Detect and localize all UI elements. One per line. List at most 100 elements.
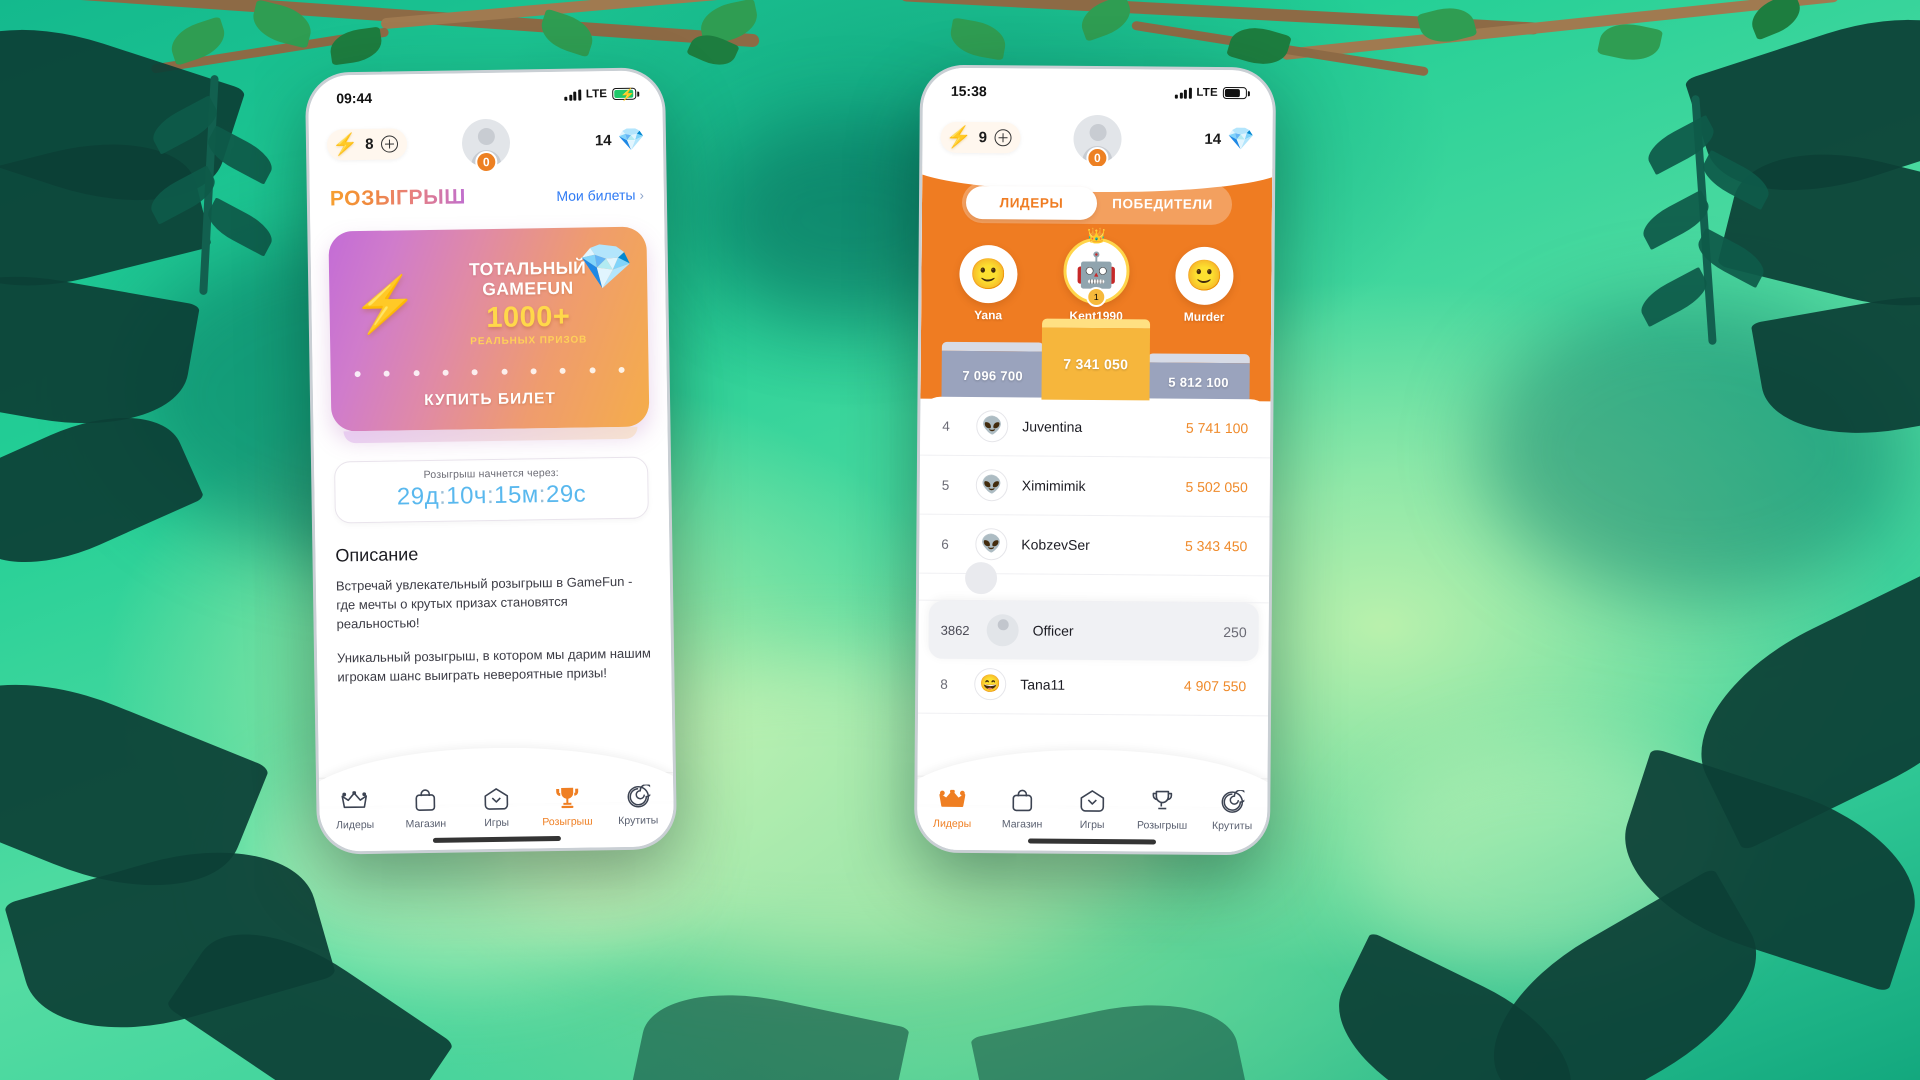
- gems-counter[interactable]: 14 💎: [594, 127, 645, 152]
- tab-raffle[interactable]: Розыгрыш: [1127, 788, 1197, 832]
- my-tickets-label: Мои билеты: [556, 186, 636, 204]
- row-score: 5 502 050: [1185, 478, 1248, 496]
- tab-leaders[interactable]: Лидеры: [319, 788, 390, 832]
- segmented-control[interactable]: ЛИДЕРЫ ПОБЕДИТЕЛИ: [961, 181, 1233, 226]
- status-icons: LTE ⚡: [564, 87, 637, 102]
- screen-left: 09:44 LTE ⚡ ⚡ 8 0 14 💎 РОЗЫГРЫШ Мои биле…: [307, 70, 675, 852]
- description-heading: Описание: [335, 544, 419, 566]
- leaderboard-header: ЛИДЕРЫ ПОБЕДИТЕЛИ 🙂 Yana 👑 🤖 1 Kent1990 …: [916, 164, 1274, 402]
- tab-leaders-segment[interactable]: ЛИДЕРЫ: [965, 185, 1098, 221]
- crown-icon: [341, 788, 368, 814]
- row-score: 4 907 550: [1183, 677, 1247, 695]
- gems-value: 14: [1204, 130, 1222, 148]
- raffle-ticket-card[interactable]: 💎 ⚡ ТОТАЛЬНЫЙ GAMEFUN 1000+ РЕАЛЬНЫХ ПРИ…: [328, 226, 650, 432]
- lightning-icon: ⚡: [945, 125, 972, 149]
- avatar-head-icon: [477, 127, 495, 146]
- tab-spins[interactable]: Крутиты: [1197, 789, 1267, 833]
- crown-icon: [939, 787, 966, 813]
- row-avatar: 😄: [974, 668, 1007, 701]
- tab-leaders[interactable]: Лидеры: [917, 787, 987, 831]
- app-topbar-left: ⚡ 8 0 14 💎: [309, 110, 664, 174]
- podium-name: Yana: [974, 308, 1003, 323]
- bag-icon: [1011, 787, 1033, 813]
- podium-score: 5 812 100: [1147, 362, 1250, 402]
- status-time: 09:44: [336, 89, 373, 107]
- phone-left: 09:44 LTE ⚡ ⚡ 8 0 14 💎 РОЗЫГРЫШ Мои биле…: [304, 67, 678, 855]
- tab-games[interactable]: Игры: [1057, 788, 1127, 832]
- energy-counter[interactable]: ⚡ 8: [326, 127, 407, 161]
- table-row[interactable]: 8 😄 Tana11 4 907 550: [918, 654, 1269, 717]
- house-icon: [1079, 788, 1105, 814]
- podium-bar-first: 7 341 050: [1041, 318, 1151, 401]
- add-energy-icon[interactable]: [993, 128, 1012, 146]
- medal-icon: 1: [1086, 286, 1107, 308]
- chevron-right-icon: ›: [639, 187, 644, 203]
- avatar-head-icon: [1089, 123, 1107, 142]
- tab-shop[interactable]: Магазин: [987, 787, 1057, 831]
- tab-label: Лидеры: [933, 817, 972, 831]
- crown-icon: 👑: [1087, 227, 1107, 246]
- tab-raffle[interactable]: Розыгрыш: [531, 784, 602, 828]
- podium-name: Murder: [1183, 309, 1225, 325]
- tab-label: Крутиты: [618, 814, 659, 828]
- page-title: РОЗЫГРЫШ: [329, 185, 467, 211]
- countdown-timer: Розыгрыш начнется через: 29д:10ч:15м:29с: [333, 456, 649, 524]
- status-bar-right: 15:38 LTE: [923, 68, 1273, 111]
- status-bar-left: 09:44 LTE ⚡: [308, 70, 663, 116]
- rank-value: 8: [940, 676, 948, 692]
- tab-shop[interactable]: Магазин: [390, 787, 461, 831]
- screen-right: 15:38 LTE ⚡ 9 0 14 💎 ЛИДЕРЫ ПОБЕДИТЕЛИ 🙂…: [916, 67, 1274, 853]
- house-icon: [483, 786, 509, 812]
- spiral-icon: [626, 784, 651, 810]
- rank-value: 5: [941, 477, 950, 493]
- podium-second[interactable]: 🙂 Yana: [942, 244, 1035, 323]
- table-row[interactable]: 4 👽 Juventina 5 741 100: [920, 396, 1271, 459]
- table-row-partial[interactable]: [918, 561, 1270, 604]
- row-avatar: 👽: [975, 528, 1008, 561]
- energy-value: 9: [978, 128, 988, 146]
- section-header: РОЗЫГРЫШ Мои билеты ›: [309, 168, 664, 220]
- row-score: 5 741 100: [1185, 419, 1249, 437]
- add-energy-icon[interactable]: [380, 134, 398, 153]
- row-name: Officer: [1032, 622, 1074, 639]
- energy-counter[interactable]: ⚡ 9: [940, 121, 1021, 153]
- trophy-icon: [1150, 788, 1174, 814]
- profile-avatar-button[interactable]: 0: [1073, 114, 1122, 170]
- tab-label: Розыгрыш: [1136, 819, 1188, 832]
- tab-label: Игры: [484, 816, 510, 830]
- network-label: LTE: [1196, 86, 1218, 99]
- rank-value: 3862: [940, 622, 970, 638]
- row-name: KobzevSer: [1021, 536, 1090, 553]
- tab-spins[interactable]: Крутиты: [602, 783, 673, 827]
- avatar-badge: 0: [475, 150, 498, 174]
- podium-avatar: 🙂: [1175, 246, 1234, 306]
- battery-icon: [1222, 86, 1247, 100]
- table-row-current-user[interactable]: 3862 Officer 250: [928, 600, 1259, 662]
- podium-third[interactable]: 🙂 Murder: [1158, 246, 1251, 324]
- my-tickets-link[interactable]: Мои билеты ›: [556, 187, 644, 204]
- tab-games[interactable]: Игры: [461, 785, 532, 829]
- signal-icon: [564, 89, 581, 101]
- spiral-icon: [1220, 789, 1245, 815]
- lightning-icon: ⚡: [331, 132, 359, 156]
- description-paragraph-1: Встречай увлекательный розыгрыш в GameFu…: [335, 573, 633, 632]
- podium-heroes: 🙂 Yana 👑 🤖 1 Kent1990 🙂 Murder: [935, 228, 1258, 325]
- buy-ticket-button[interactable]: КУПИТЬ БИЛЕТ: [349, 383, 631, 415]
- gems-value: 14: [594, 131, 612, 149]
- gems-counter[interactable]: 14 💎: [1204, 126, 1254, 151]
- table-row[interactable]: 5 👽 Ximimimik 5 502 050: [919, 455, 1271, 518]
- profile-avatar-button[interactable]: 0: [461, 118, 511, 174]
- row-avatar: 👽: [976, 410, 1009, 443]
- network-label: LTE: [585, 88, 608, 101]
- row-score: 5 343 450: [1184, 537, 1248, 555]
- countdown-hours: 10ч: [446, 482, 488, 510]
- podium-first[interactable]: 👑 🤖 1 Kent1990: [1050, 228, 1143, 324]
- battery-icon: ⚡: [612, 87, 637, 102]
- tab-winners-segment[interactable]: ПОБЕДИТЕЛИ: [1097, 187, 1228, 221]
- tab-label: Крутиты: [1212, 819, 1253, 833]
- energy-value: 8: [365, 135, 374, 153]
- app-topbar-right: ⚡ 9 0 14 💎: [922, 108, 1272, 170]
- leaderboard-list[interactable]: 4 👽 Juventina 5 741 100 5 👽 Ximimimik 5 …: [917, 396, 1271, 779]
- podium-bar-second: 7 096 700: [941, 341, 1044, 400]
- phone-right: 15:38 LTE ⚡ 9 0 14 💎 ЛИДЕРЫ ПОБЕДИТЕЛИ 🙂…: [913, 64, 1277, 856]
